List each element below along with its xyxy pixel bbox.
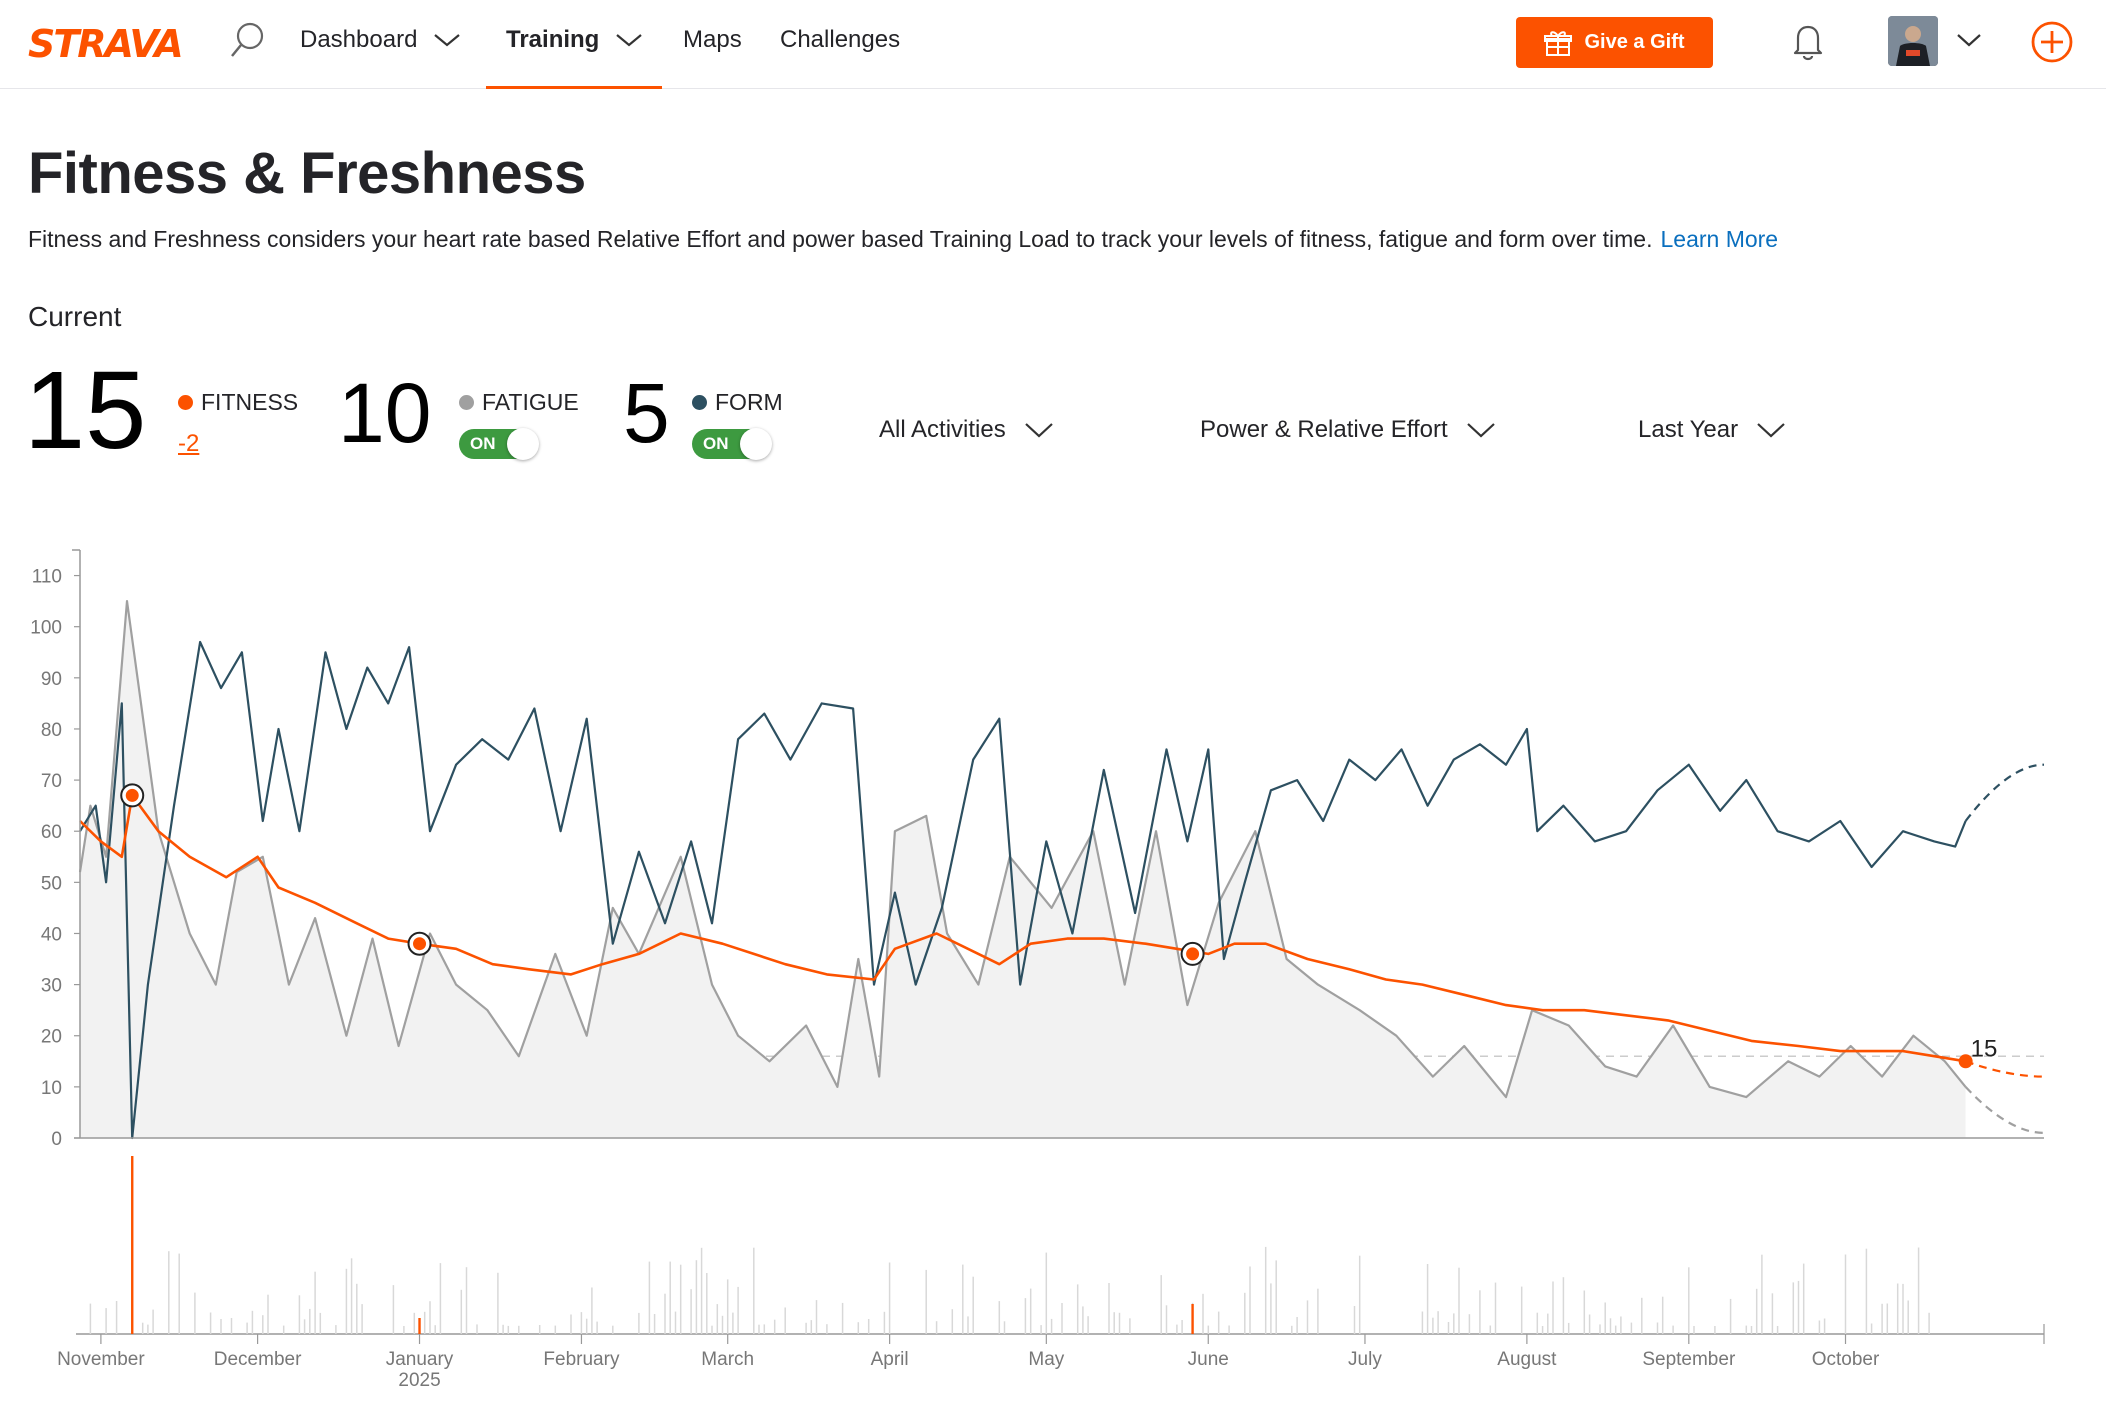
y-tick-label: 0 — [51, 1129, 62, 1150]
y-tick-label: 110 — [32, 567, 62, 588]
chevron-down-icon — [434, 34, 461, 47]
fitness-dot — [178, 395, 193, 410]
marker-dot — [125, 788, 139, 802]
toggle-knob — [507, 428, 539, 460]
avatar-image — [1888, 16, 1938, 66]
y-tick-label: 100 — [30, 618, 62, 639]
nav-dashboard[interactable]: Dashboard — [300, 26, 461, 54]
marker-ring — [120, 783, 145, 808]
x-tick-label: April — [871, 1349, 909, 1370]
give-gift-label: Give a Gift — [1584, 31, 1685, 53]
nav-challenges[interactable]: Challenges — [780, 26, 900, 54]
y-tick-label: 30 — [41, 976, 62, 997]
current-fitness-label: 15 — [1971, 1035, 1998, 1062]
description-text: Fitness and Freshness considers your hea… — [28, 226, 1653, 252]
metric-dropdown-value: Power & Relative Effort — [1200, 416, 1448, 443]
form-line — [79, 640, 1967, 1140]
fitness-line — [79, 794, 1966, 1063]
give-gift-button[interactable]: Give a Gift — [1516, 17, 1713, 68]
x-tick-sublabel: 2025 — [398, 1370, 440, 1391]
y-tick-label: 40 — [41, 924, 62, 945]
gift-icon — [1544, 30, 1573, 56]
nav-maps[interactable]: Maps — [683, 26, 742, 54]
fitness-projection — [1965, 1060, 2045, 1078]
x-tick-label: December — [214, 1349, 302, 1370]
x-tick-label: October — [1812, 1349, 1880, 1370]
fitness-value: 15 — [24, 349, 147, 472]
nav-training[interactable]: Training — [506, 26, 643, 54]
range-dropdown-value: Last Year — [1638, 416, 1739, 443]
x-tick-label: January — [386, 1349, 454, 1370]
search-icon[interactable] — [228, 20, 268, 64]
fatigue-toggle-label: ON — [470, 434, 496, 453]
avatar[interactable] — [1888, 16, 1938, 66]
y-tick-label: 80 — [41, 720, 62, 741]
marker-dot — [413, 937, 427, 951]
chevron-down-icon[interactable] — [1955, 30, 1983, 50]
add-plus-icon[interactable] — [2030, 20, 2074, 64]
current-label: Current — [28, 301, 122, 332]
x-tick-label: March — [701, 1349, 754, 1370]
marker-dot — [1186, 947, 1200, 961]
activities-dropdown-value: All Activities — [879, 416, 1006, 443]
bell-icon[interactable] — [1790, 20, 1826, 64]
fitness-label: FITNESS — [178, 389, 298, 416]
toggle-knob — [740, 428, 772, 460]
chevron-down-icon — [616, 34, 643, 47]
page-description: Fitness and Freshness considers your hea… — [28, 226, 1778, 253]
nav-challenges-label: Challenges — [780, 26, 901, 53]
x-tick-label: May — [1028, 1349, 1064, 1370]
chevron-down-icon — [1466, 423, 1495, 438]
form-toggle[interactable]: ON — [692, 428, 772, 460]
nav-dashboard-label: Dashboard — [300, 26, 418, 53]
fatigue-label-text: FATIGUE — [482, 389, 579, 415]
x-tick-label: June — [1188, 1349, 1229, 1370]
chevron-down-icon — [1757, 423, 1785, 438]
fatigue-dot — [459, 395, 474, 410]
fitness-delta[interactable]: -2 — [178, 430, 199, 458]
chevron-down-icon — [1024, 423, 1053, 438]
fatigue-toggle[interactable]: ON — [459, 428, 539, 460]
activities-dropdown[interactable]: All Activities — [879, 416, 1054, 444]
marker-dot — [1958, 1054, 1973, 1069]
fatigue-value: 10 — [338, 366, 432, 460]
form-dot — [692, 395, 707, 410]
active-tab-underline — [486, 86, 662, 89]
fatigue-label: FATIGUE — [459, 389, 579, 416]
form-label: FORM — [692, 389, 783, 416]
nav-maps-label: Maps — [683, 26, 742, 53]
marker-ring — [407, 931, 432, 956]
fitness-freshness-chart[interactable]: 15 0 10 20 30 40 50 60 70 80 90 100 110 November Dece… — [0, 0, 2106, 1414]
metric-dropdown[interactable]: Power & Relative Effort — [1200, 416, 1496, 444]
y-tick-label: 60 — [41, 822, 62, 843]
form-toggle-label: ON — [703, 434, 729, 453]
learn-more-link[interactable]: Learn More — [1660, 226, 1778, 252]
fitness-label-text: FITNESS — [201, 389, 299, 415]
page-title: Fitness & Freshness — [28, 141, 586, 206]
strava-logo[interactable]: STRAVA — [28, 22, 184, 66]
y-tick-label: 70 — [41, 771, 62, 792]
x-tick-label: July — [1348, 1349, 1382, 1370]
fatigue-line — [78, 600, 1967, 1099]
x-tick-label: August — [1497, 1349, 1557, 1370]
fatigue-projection — [1964, 1086, 2045, 1134]
marker-ring — [1180, 941, 1205, 966]
y-tick-label: 50 — [41, 873, 62, 894]
fatigue-area — [80, 601, 1966, 1138]
y-tick-label: 20 — [41, 1027, 62, 1048]
top-nav: STRAVA Dashboard Training Maps Challenge… — [0, 0, 2106, 89]
x-tick-label: February — [543, 1349, 620, 1370]
form-label-text: FORM — [715, 389, 783, 415]
x-tick-label: September — [1642, 1349, 1736, 1370]
nav-training-label: Training — [506, 26, 600, 53]
y-tick-label: 10 — [41, 1078, 62, 1099]
x-tick-label: November — [57, 1349, 145, 1370]
form-value: 5 — [623, 366, 670, 460]
form-projection — [1964, 763, 2045, 822]
range-dropdown[interactable]: Last Year — [1638, 416, 1786, 444]
y-tick-label: 90 — [41, 669, 62, 690]
